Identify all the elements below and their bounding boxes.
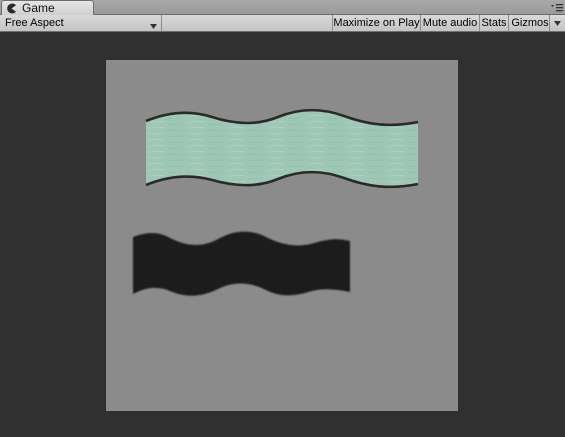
- aspect-dropdown[interactable]: Free Aspect: [0, 15, 162, 31]
- maximize-on-play-button[interactable]: Maximize on Play: [333, 15, 421, 31]
- pacman-icon: [6, 3, 17, 14]
- chevron-down-icon: [150, 20, 157, 29]
- tab-menu-icon[interactable]: [551, 4, 563, 13]
- toolbar-spacer: [162, 15, 333, 31]
- game-view[interactable]: [0, 33, 565, 437]
- tab-game[interactable]: Game: [1, 0, 94, 15]
- game-toolbar: Free Aspect Maximize on Play Mute audio …: [0, 15, 565, 32]
- game-canvas: [106, 60, 458, 411]
- aspect-dropdown-label: Free Aspect: [5, 17, 64, 29]
- tab-label: Game: [22, 1, 55, 15]
- chevron-down-icon: [554, 20, 561, 26]
- tab-strip: Game: [0, 0, 565, 15]
- stats-button[interactable]: Stats: [480, 15, 509, 31]
- mute-audio-button[interactable]: Mute audio: [421, 15, 480, 31]
- gizmos-button[interactable]: Gizmos: [509, 15, 550, 31]
- gizmos-dropdown[interactable]: [550, 15, 565, 31]
